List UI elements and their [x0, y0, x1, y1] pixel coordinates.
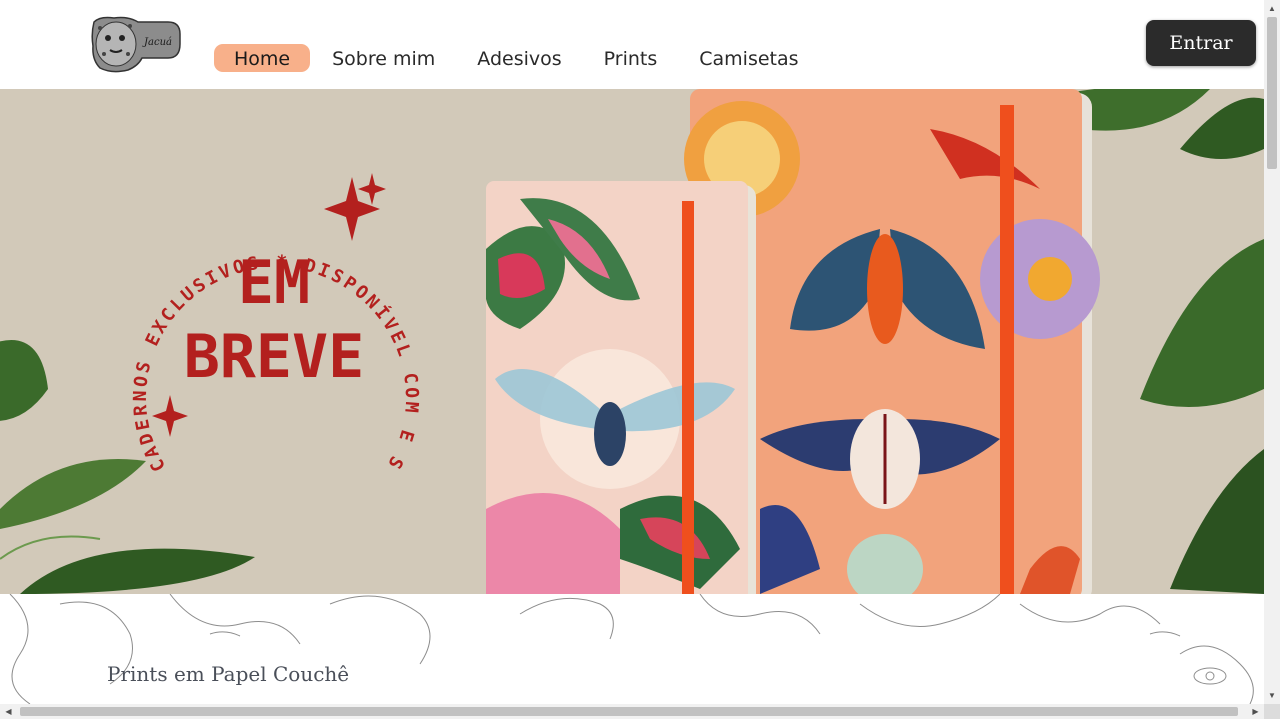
scroll-down-icon[interactable]: ▼: [1264, 687, 1280, 704]
site-logo[interactable]: Jacuá: [88, 14, 182, 74]
scroll-right-icon[interactable]: ▶: [1247, 704, 1264, 719]
nav-prints[interactable]: Prints: [584, 44, 678, 72]
hero-illustration: CADERNOS EXCLUSIVOS * DISPONÍVEL COM E S…: [0, 89, 1264, 594]
vertical-scrollbar[interactable]: ▲ ▼: [1264, 0, 1280, 704]
horizontal-scrollbar[interactable]: ◀ ▶: [0, 704, 1264, 719]
nav-sobre-mim[interactable]: Sobre mim: [312, 44, 455, 72]
site-header: Jacuá Home Sobre mim Adesivos Prints Cam…: [0, 0, 1264, 89]
badge-line-1: EM: [238, 248, 310, 318]
login-button[interactable]: Entrar: [1146, 20, 1256, 66]
scrollbar-corner: [1264, 704, 1280, 719]
decorative-line-art: [0, 594, 1264, 704]
nav-home[interactable]: Home: [214, 44, 311, 72]
main-nav: Home Sobre mim Adesivos Prints Camisetas: [214, 44, 821, 72]
horizontal-scroll-thumb[interactable]: [20, 707, 1238, 716]
scroll-left-icon[interactable]: ◀: [0, 704, 17, 719]
nav-camisetas[interactable]: Camisetas: [679, 44, 818, 72]
badge-line-2: BREVE: [184, 322, 365, 392]
notebook-small: [486, 181, 756, 594]
scroll-up-icon[interactable]: ▲: [1264, 0, 1280, 17]
logo-text: Jacuá: [142, 37, 172, 48]
vertical-scroll-thumb[interactable]: [1267, 17, 1277, 169]
section-title: Prints em Papel Couchê: [107, 662, 350, 686]
hero-banner[interactable]: CADERNOS EXCLUSIVOS * DISPONÍVEL COM E S…: [0, 89, 1264, 594]
nav-adesivos[interactable]: Adesivos: [457, 44, 581, 72]
